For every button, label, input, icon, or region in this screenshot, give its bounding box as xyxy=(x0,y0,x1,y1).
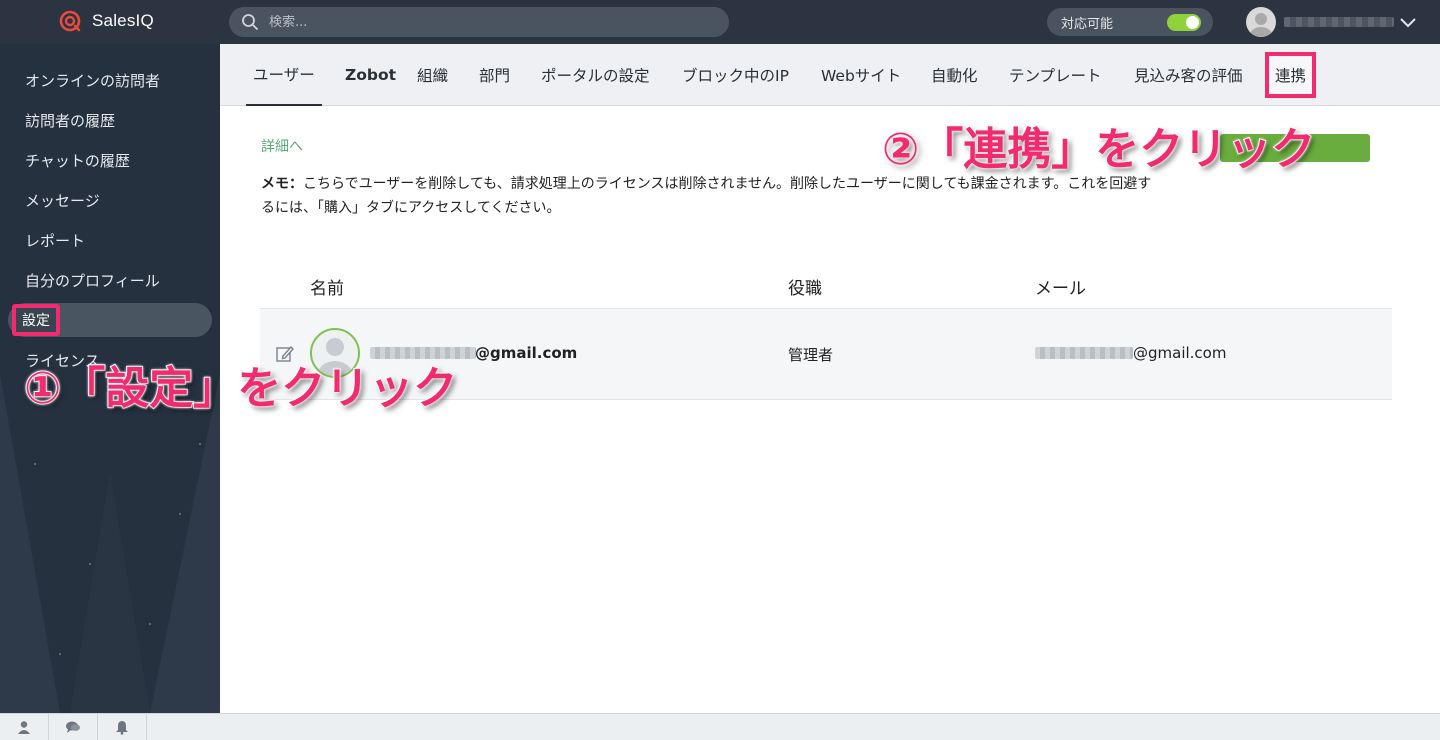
bottom-bar xyxy=(0,713,1440,740)
sidebar-item-messages[interactable]: メッセージ xyxy=(0,180,220,220)
chats-button[interactable] xyxy=(49,714,98,740)
tab-label: 部門 xyxy=(479,67,511,85)
tab-portal-settings[interactable]: ポータルの設定 xyxy=(541,44,650,106)
users-button[interactable] xyxy=(0,714,49,740)
annotation-step1: ①「設定」をクリック xyxy=(23,362,458,415)
user-silhouette-icon xyxy=(1250,13,1272,37)
user-role: 管理者 xyxy=(788,346,834,364)
salesiq-logo-icon xyxy=(59,10,81,32)
tab-organization[interactable]: 組織 xyxy=(417,44,448,106)
details-link[interactable]: 詳細へ xyxy=(261,136,303,156)
tab-label: ブロック中のIP xyxy=(682,67,789,85)
sidebar-item-settings[interactable]: 設定 xyxy=(8,303,212,337)
tab-websites[interactable]: Webサイト xyxy=(821,44,901,106)
tab-lead-scoring[interactable]: 見込み客の評価 xyxy=(1134,44,1243,106)
tab-label: 自動化 xyxy=(931,67,978,85)
column-header-email: メール xyxy=(1035,279,1086,299)
tab-label: 連携 xyxy=(1265,52,1317,98)
tab-templates[interactable]: テンプレート xyxy=(1009,44,1102,106)
sidebar-item-my-profile[interactable]: 自分のプロフィール xyxy=(0,260,220,300)
chevron-down-icon[interactable] xyxy=(1398,12,1418,32)
tab-departments[interactable]: 部門 xyxy=(479,44,510,106)
sidebar-item-reports[interactable]: レポート xyxy=(0,220,220,260)
sidebar-nav: オンラインの訪問者 訪問者の履歴 チャットの履歴 メッセージ レポート 自分のプ… xyxy=(0,60,220,380)
search-input[interactable] xyxy=(269,14,689,30)
tab-integrations[interactable]: 連携 xyxy=(1265,44,1317,106)
search-box[interactable] xyxy=(229,7,729,37)
status-label: 対応可能 xyxy=(1061,16,1114,32)
email-redacted xyxy=(1035,347,1133,359)
sidebar-item-label: 設定 xyxy=(12,304,60,336)
memo-label: メモ： xyxy=(261,176,303,192)
app-name: SalesIQ xyxy=(92,11,154,30)
settings-tabs: ユーザー Zobot 組織 部門 ポータルの設定 ブロック中のIP Webサイト… xyxy=(220,44,1440,106)
chat-icon xyxy=(66,721,80,733)
column-header-name: 名前 xyxy=(310,279,344,299)
sidebar-item-label: オンラインの訪問者 xyxy=(25,71,161,90)
sidebar-item-label: 自分のプロフィール xyxy=(25,271,160,290)
tab-label: 見込み客の評価 xyxy=(1134,67,1243,85)
bell-icon xyxy=(116,721,128,735)
tab-label: 組織 xyxy=(417,67,449,85)
memo-note: メモ：こちらでユーザーを削除しても、請求処理上のライセンスは削除されません。削除… xyxy=(261,172,1161,220)
top-bar: SalesIQ 対応可能 xyxy=(0,0,1440,44)
user-name: @gmail.com xyxy=(475,344,578,362)
tab-label: ポータルの設定 xyxy=(541,67,650,85)
memo-text: こちらでユーザーを削除しても、請求処理上のライセンスは削除されません。削除したユ… xyxy=(261,176,1152,216)
availability-toggle[interactable] xyxy=(1167,14,1201,31)
tab-automation[interactable]: 自動化 xyxy=(931,44,978,106)
tab-label: Webサイト xyxy=(821,67,902,85)
user-name-redacted xyxy=(1284,17,1394,27)
sidebar-item-label: チャットの履歴 xyxy=(25,151,130,170)
tab-blocked-ip[interactable]: ブロック中のIP xyxy=(682,44,789,106)
user-avatar[interactable] xyxy=(1246,7,1276,37)
notifications-button[interactable] xyxy=(98,714,147,740)
sidebar-item-chat-history[interactable]: チャットの履歴 xyxy=(0,140,220,180)
tab-zobot[interactable]: Zobot xyxy=(345,44,396,106)
column-header-role: 役職 xyxy=(788,279,822,299)
sidebar-item-label: メッセージ xyxy=(25,191,100,210)
search-icon xyxy=(242,14,258,30)
tab-users[interactable]: ユーザー xyxy=(246,44,322,106)
user-email: @gmail.com xyxy=(1133,344,1227,362)
sidebar-item-online-visitors[interactable]: オンラインの訪問者 xyxy=(0,60,220,100)
table-header: 名前 役職 メール xyxy=(260,256,1392,309)
sidebar-item-visitor-history[interactable]: 訪問者の履歴 xyxy=(0,100,220,140)
sidebar-item-label: レポート xyxy=(25,231,86,250)
toggle-knob xyxy=(1186,16,1199,29)
user-icon xyxy=(18,721,30,734)
tab-label: テンプレート xyxy=(1009,67,1102,85)
tab-label: Zobot xyxy=(345,66,397,84)
annotation-step2: ②「連携」をクリック xyxy=(881,123,1316,176)
sidebar-item-label: 訪問者の履歴 xyxy=(25,111,116,130)
brand[interactable]: SalesIQ xyxy=(58,9,154,33)
tab-label: ユーザー xyxy=(253,66,315,84)
availability-status[interactable]: 対応可能 xyxy=(1047,8,1213,36)
